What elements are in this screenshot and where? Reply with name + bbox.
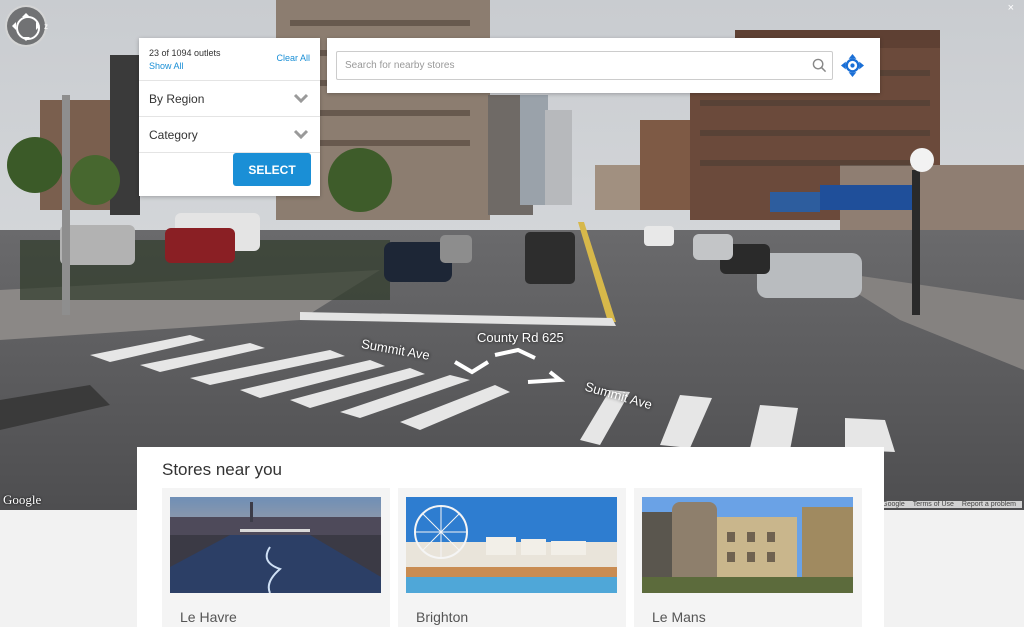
pan-up-icon[interactable] (22, 9, 30, 17)
page: z × Summit Ave County Rd 625 Summit Ave … (0, 0, 1024, 627)
google-logo: Google (3, 492, 42, 507)
filter-panel: 23 of 1094 outlets Show All Clear All By… (139, 38, 320, 196)
filter-header: 23 of 1094 outlets Show All Clear All (139, 38, 320, 81)
store-card-le-havre[interactable]: Le Havre (162, 488, 390, 627)
road-label[interactable]: County Rd 625 (477, 330, 564, 345)
stores-title: Stores near you (162, 460, 283, 479)
map-attribution: 015 Google Terms of Use Report a problem (862, 501, 1022, 508)
category-dropdown[interactable]: Category (139, 117, 320, 153)
chevron-down-icon (293, 93, 309, 103)
store-name: Le Havre (180, 609, 237, 625)
search-input[interactable] (337, 52, 807, 79)
store-card-brighton[interactable]: Brighton (398, 488, 626, 627)
store-card-le-mans[interactable]: Le Mans (634, 488, 862, 627)
locate-icon[interactable] (840, 53, 865, 78)
store-name: Le Mans (652, 609, 706, 625)
region-dropdown[interactable]: By Region (139, 81, 320, 117)
region-dropdown-label: By Region (149, 92, 205, 106)
store-name: Brighton (416, 609, 469, 625)
search-icon[interactable] (812, 58, 827, 73)
nav-extra-label: z (44, 22, 48, 31)
outlet-count: 23 of 1094 outlets (149, 48, 221, 58)
show-all-link[interactable]: Show All (149, 61, 184, 71)
chevron-down-icon (293, 129, 309, 139)
pan-left-icon[interactable] (8, 22, 16, 30)
search-box (336, 51, 833, 80)
report-problem-link[interactable]: Report a problem (962, 501, 1016, 508)
clear-all-link[interactable]: Clear All (276, 53, 310, 63)
category-dropdown-label: Category (149, 128, 198, 142)
close-icon[interactable]: × (1008, 2, 1014, 14)
select-button[interactable]: SELECT (233, 153, 311, 186)
street-view-nav-icon[interactable] (5, 5, 47, 47)
store-image (642, 497, 853, 593)
store-image (170, 497, 381, 593)
stores-near-you: Stores near you Le Havre Brighton Le Man… (137, 447, 884, 627)
pan-right-icon[interactable] (36, 22, 44, 30)
pan-down-icon[interactable] (22, 37, 30, 45)
terms-link[interactable]: Terms of Use (913, 501, 954, 508)
search-bar (327, 38, 880, 93)
store-image (406, 497, 617, 593)
